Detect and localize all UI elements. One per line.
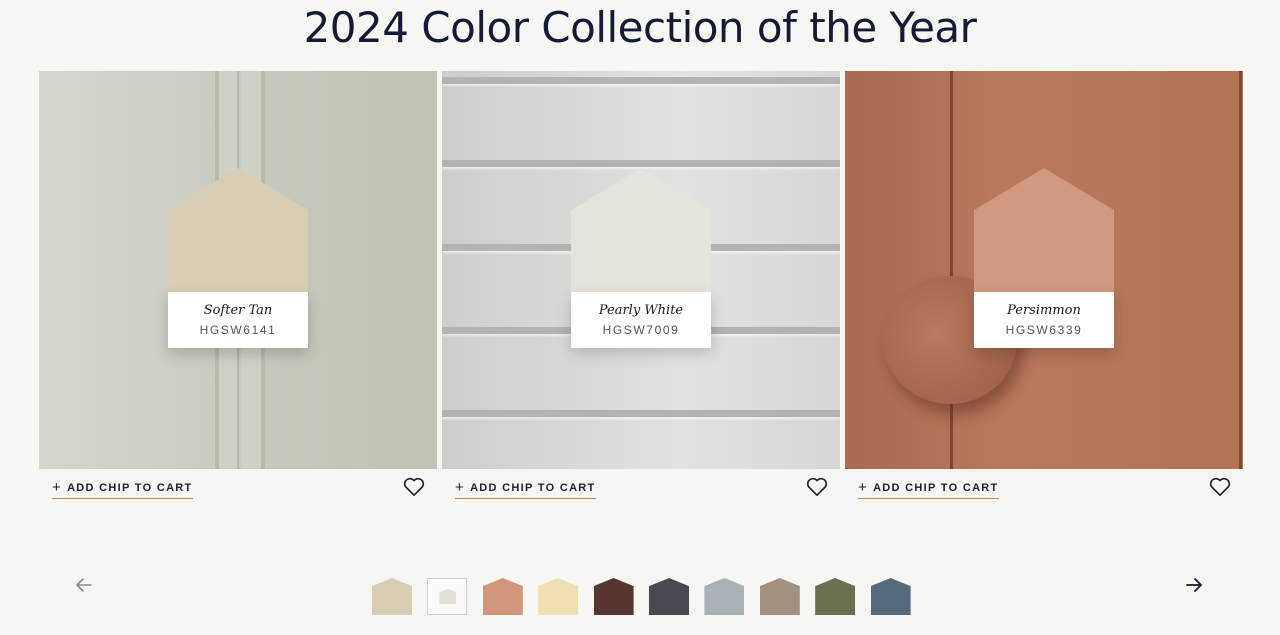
heart-icon[interactable] [806, 477, 828, 497]
page-title: 2024 Color Collection of the Year [303, 3, 977, 52]
color-card: Persimmon HGSW6339 + ADD CHIP TO CART [845, 71, 1243, 509]
color-swatch[interactable] [482, 578, 523, 615]
swatch-house-icon [482, 578, 523, 615]
add-chip-to-cart-button[interactable]: + ADD CHIP TO CART [858, 478, 999, 499]
swatch-house-icon [815, 578, 856, 615]
heart-icon[interactable] [403, 477, 425, 497]
color-swatch[interactable] [649, 578, 689, 615]
color-card: Softer Tan HGSW6141 + ADD CHIP TO CART [39, 71, 437, 509]
color-code: HGSW6339 [1005, 323, 1083, 337]
chip-swatch [168, 168, 308, 292]
swatch-house-icon [439, 589, 457, 604]
color-swatch[interactable] [427, 578, 468, 615]
plus-icon: + [455, 479, 466, 496]
color-chip[interactable]: Pearly White HGSW7009 [571, 168, 711, 348]
color-swatch[interactable] [870, 578, 911, 615]
arrow-right-icon[interactable] [1181, 572, 1207, 598]
color-code: HGSW6141 [199, 323, 277, 337]
arrow-left-icon[interactable] [71, 572, 97, 598]
color-swatch[interactable] [759, 578, 800, 615]
color-name: Pearly White [598, 303, 684, 318]
color-card: Pearly White HGSW7009 + ADD CHIP TO CART [442, 71, 840, 509]
heart-icon[interactable] [1209, 477, 1231, 497]
swatch-house-icon [759, 578, 800, 615]
add-chip-to-cart-button[interactable]: + ADD CHIP TO CART [52, 478, 193, 499]
plus-icon: + [858, 479, 869, 496]
color-swatch[interactable] [593, 578, 634, 615]
chip-swatch [974, 168, 1114, 292]
add-chip-to-cart-button[interactable]: + ADD CHIP TO CART [455, 478, 596, 499]
color-chip[interactable]: Persimmon HGSW6339 [974, 168, 1114, 348]
room-photo: Pearly White HGSW7009 [442, 71, 840, 469]
color-name: Persimmon [1007, 303, 1081, 318]
color-swatch[interactable] [815, 578, 856, 615]
swatch-house-icon [593, 578, 634, 615]
color-swatch[interactable] [538, 578, 579, 615]
swatch-house-icon [372, 578, 412, 615]
color-swatch[interactable] [704, 578, 745, 615]
color-code: HGSW7009 [602, 323, 680, 337]
swatch-house-icon [870, 578, 911, 615]
color-name: Softer Tan [203, 303, 273, 318]
swatch-house-icon [649, 578, 689, 615]
plus-icon: + [52, 479, 63, 496]
swatch-house-icon [704, 578, 745, 615]
room-photo: Persimmon HGSW6339 [845, 71, 1243, 469]
room-photo: Softer Tan HGSW6141 [39, 71, 437, 469]
swatch-house-icon [538, 578, 579, 615]
color-swatch[interactable] [372, 578, 412, 615]
color-chip[interactable]: Softer Tan HGSW6141 [168, 168, 308, 348]
chip-swatch [571, 168, 711, 292]
